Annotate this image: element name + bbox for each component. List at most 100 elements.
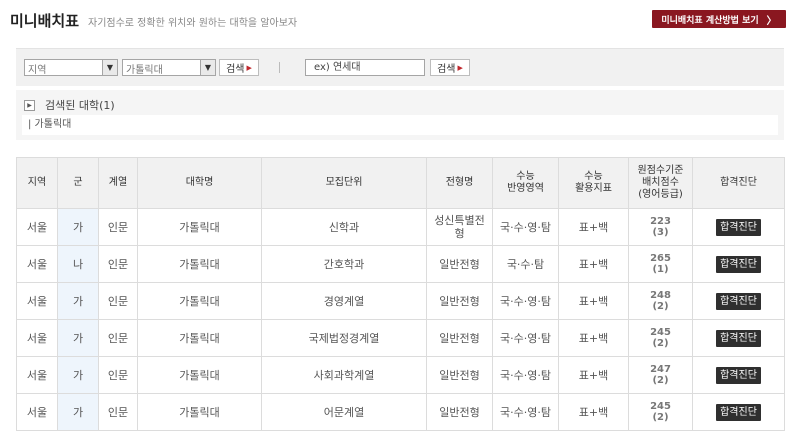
triangle-right-icon: ▶ <box>457 63 463 72</box>
keyword-input[interactable]: ex) 연세대 <box>305 59 425 76</box>
cell-area: 국·수·영·탐 <box>492 319 559 357</box>
score-grade: (1) <box>652 264 669 275</box>
cell-admission: 일반전형 <box>426 356 493 394</box>
cell-unit: 신학과 <box>261 208 427 246</box>
cell-admission-line1: 일반전형 <box>439 331 480 345</box>
diagnosis-button[interactable]: 합격진단 <box>716 218 761 236</box>
cell-field: 인문 <box>98 356 138 394</box>
cell-score: 245 (2) <box>628 393 693 431</box>
diagnosis-button[interactable]: 합격진단 <box>716 403 761 421</box>
score-grade: (2) <box>652 301 669 312</box>
col-university: 대학명 <box>137 157 262 209</box>
cell-index: 표+백 <box>558 393 629 431</box>
diagnosis-button[interactable]: 합격진단 <box>716 329 761 347</box>
cell-region: 서울 <box>16 393 58 431</box>
expand-icon[interactable]: ▶ <box>24 99 35 111</box>
cell-admission: 일반전형 <box>426 282 493 320</box>
score-value: 245 <box>650 401 671 412</box>
cell-field: 인문 <box>98 208 138 246</box>
triangle-right-icon: ▶ <box>246 63 252 72</box>
cell-diagnosis: 합격진단 <box>692 245 785 283</box>
cell-university: 가톨릭대 <box>137 208 262 246</box>
cell-gun: 나 <box>57 245 99 283</box>
cell-gun: 가 <box>57 393 99 431</box>
diagnosis-button[interactable]: 합격진단 <box>716 292 761 310</box>
col-suneung-area-line1: 수능 <box>516 171 535 182</box>
score-value: 247 <box>650 364 671 375</box>
col-score: 원점수기준 배치점수 (영어등급) <box>628 157 693 209</box>
diagnosis-button[interactable]: 합격진단 <box>716 366 761 384</box>
keyword-search-button[interactable]: 검색 ▶ <box>430 59 470 76</box>
cell-region: 서울 <box>16 282 58 320</box>
cell-field: 인문 <box>98 393 138 431</box>
cell-diagnosis: 합격진단 <box>692 319 785 357</box>
chevron-right-icon: 〉 <box>766 15 777 27</box>
score-value: 245 <box>650 327 671 338</box>
cell-region: 서울 <box>16 356 58 394</box>
col-gun: 군 <box>57 157 99 209</box>
cell-field: 인문 <box>98 319 138 357</box>
cell-admission-line1: 일반전형 <box>439 368 480 382</box>
page-header: 미니배치표 자기점수로 정확한 위치와 원하는 대학을 알아보자 미니배치표 계… <box>10 10 790 32</box>
search-button[interactable]: 검색 ▶ <box>219 59 259 76</box>
cell-unit: 경영계열 <box>261 282 427 320</box>
result-heading[interactable]: ▶ 검색된 대학(1) <box>24 97 115 113</box>
score-grade: (3) <box>652 227 669 238</box>
cell-score: 245 (2) <box>628 319 693 357</box>
cell-diagnosis: 합격진단 <box>692 393 785 431</box>
cell-admission-line1: 성신특별전 <box>434 214 485 227</box>
cell-gun: 가 <box>57 282 99 320</box>
cell-diagnosis: 합격진단 <box>692 356 785 394</box>
cell-index: 표+백 <box>558 208 629 246</box>
cell-diagnosis: 합격진단 <box>692 282 785 320</box>
cell-admission-line1: 일반전형 <box>439 257 480 271</box>
col-suneung-index-line2: 활용지표 <box>575 183 612 194</box>
cell-university: 가톨릭대 <box>137 393 262 431</box>
col-admission: 전형명 <box>426 157 493 209</box>
cell-score: 223 (3) <box>628 208 693 246</box>
col-suneung-area: 수능 반영영역 <box>492 157 559 209</box>
region-select-value: 지역 <box>28 65 47 76</box>
col-unit: 모집단위 <box>261 157 427 209</box>
cell-index: 표+백 <box>558 245 629 283</box>
score-value: 248 <box>650 290 671 301</box>
cell-area: 국·수·영·탐 <box>492 356 559 394</box>
table-header-row: 지역 군 계열 대학명 모집단위 전형명 수능 반영영역 수능 활용지표 원점수… <box>16 157 785 209</box>
cell-index: 표+백 <box>558 282 629 320</box>
col-region: 지역 <box>16 157 58 209</box>
cell-admission: 일반전형 <box>426 319 493 357</box>
calc-method-button[interactable]: 미니배치표 계산방법 보기 〉 <box>652 10 786 28</box>
diagnosis-button[interactable]: 합격진단 <box>716 255 761 273</box>
table-row: 서울 가 인문 가톨릭대 국제법정경계열 일반전형 국·수·영·탐 표+백 24… <box>16 319 785 357</box>
search-panel: 지역 ▼ 가톨릭대 ▼ 검색 ▶ ex) 연세대 검색 ▶ <box>16 48 784 86</box>
table-row: 서울 가 인문 가톨릭대 사회과학계열 일반전형 국·수·영·탐 표+백 247… <box>16 356 785 394</box>
col-suneung-index-line1: 수능 <box>584 171 603 182</box>
university-select-value: 가톨릭대 <box>126 65 163 76</box>
cell-index: 표+백 <box>558 319 629 357</box>
cell-admission: 일반전형 <box>426 245 493 283</box>
cell-admission: 일반전형 <box>426 393 493 431</box>
cell-diagnosis: 합격진단 <box>692 208 785 246</box>
col-diagnosis: 합격진단 <box>692 157 785 209</box>
result-item[interactable]: | 가톨릭대 <box>22 115 778 135</box>
region-select[interactable]: 지역 ▼ <box>24 59 118 76</box>
cell-score: 265 (1) <box>628 245 693 283</box>
cell-field: 인문 <box>98 282 138 320</box>
search-button-label: 검색 <box>226 64 245 75</box>
cell-area: 국·수·영·탐 <box>492 208 559 246</box>
score-grade: (2) <box>652 375 669 386</box>
cell-university: 가톨릭대 <box>137 282 262 320</box>
admission-table: 지역 군 계열 대학명 모집단위 전형명 수능 반영영역 수능 활용지표 원점수… <box>16 157 785 431</box>
table-row: 서울 가 인문 가톨릭대 신학과 성신특별전 형 국·수·영·탐 표+백 223… <box>16 208 785 246</box>
page-subtitle: 자기점수로 정확한 위치와 원하는 대학을 알아보자 <box>88 18 298 29</box>
cell-score: 248 (2) <box>628 282 693 320</box>
cell-university: 가톨릭대 <box>137 356 262 394</box>
cell-score: 247 (2) <box>628 356 693 394</box>
cell-gun: 가 <box>57 319 99 357</box>
col-suneung-index: 수능 활용지표 <box>558 157 629 209</box>
divider <box>279 62 280 73</box>
cell-area: 국·수·탐 <box>492 245 559 283</box>
cell-field: 인문 <box>98 245 138 283</box>
chevron-down-icon: ▼ <box>200 60 215 75</box>
university-select[interactable]: 가톨릭대 ▼ <box>122 59 216 76</box>
